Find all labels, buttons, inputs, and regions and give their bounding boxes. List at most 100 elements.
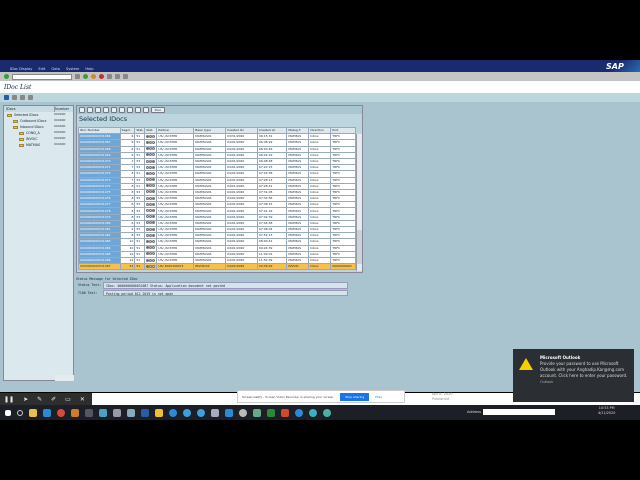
pause-icon[interactable]: ❚❚ bbox=[4, 396, 14, 403]
status-light-icon bbox=[144, 176, 158, 184]
address-toolbar: Address bbox=[467, 409, 555, 415]
status-light-icon bbox=[144, 201, 158, 209]
warning-icon bbox=[519, 358, 533, 370]
tree-number-column: 000000 000000 000000 000000 000000 000000 bbox=[54, 111, 73, 147]
start-icon[interactable] bbox=[5, 409, 11, 416]
highlighter-icon[interactable]: ✐ bbox=[51, 396, 56, 403]
status-light-icon bbox=[144, 232, 158, 240]
sap-logon-icon[interactable] bbox=[85, 408, 93, 417]
filter-icon[interactable] bbox=[28, 95, 33, 100]
cancel-icon[interactable] bbox=[99, 74, 104, 79]
close-icon[interactable]: ✕ bbox=[80, 396, 85, 403]
save-icon[interactable] bbox=[75, 74, 80, 79]
t100-text-label: T100 Text: bbox=[78, 290, 98, 295]
find-icon[interactable] bbox=[115, 74, 120, 79]
status-message-area: Status Message for Selected IDoc Status … bbox=[76, 276, 348, 297]
app-icon[interactable] bbox=[211, 408, 219, 417]
status-light-icon bbox=[144, 244, 158, 252]
chrome-icon[interactable] bbox=[57, 408, 65, 417]
folder-icon bbox=[7, 113, 12, 117]
edge-icon[interactable] bbox=[225, 408, 233, 417]
search-icon[interactable] bbox=[17, 409, 23, 416]
cursor-icon[interactable]: ➤ bbox=[23, 396, 28, 403]
screen-sharing-bar: Screencastify - Screen Video Recorder is… bbox=[237, 390, 405, 403]
sort-asc-icon[interactable] bbox=[103, 107, 109, 113]
notification-source: Outlook bbox=[540, 380, 554, 384]
status-text-label: Status Text: bbox=[78, 283, 102, 287]
display-icon[interactable] bbox=[4, 95, 9, 100]
app-icon[interactable] bbox=[169, 408, 177, 417]
skype-icon[interactable] bbox=[183, 408, 191, 417]
outlook-notification[interactable]: Microsoft Outlook Provide your password … bbox=[513, 349, 634, 402]
tree-node-label: Outbound IDocs bbox=[20, 119, 47, 123]
layout-icon[interactable] bbox=[135, 107, 141, 113]
command-field[interactable] bbox=[12, 73, 72, 80]
app-icon[interactable] bbox=[309, 408, 317, 417]
enter-icon[interactable] bbox=[4, 74, 9, 79]
table-cell: US/ 2000100071 bbox=[156, 263, 195, 271]
eraser-icon[interactable]: ▭ bbox=[65, 396, 71, 403]
help-icon[interactable] bbox=[123, 74, 128, 79]
app-icon[interactable] bbox=[323, 408, 331, 417]
status-light-icon bbox=[144, 188, 158, 197]
status-light-icon bbox=[144, 164, 158, 172]
tree-node-label: COND_A bbox=[26, 131, 40, 135]
excel-icon[interactable] bbox=[267, 408, 275, 417]
skype-icon[interactable] bbox=[197, 408, 205, 417]
app-icon[interactable] bbox=[253, 408, 261, 417]
print-icon[interactable] bbox=[107, 74, 112, 79]
file-explorer-icon[interactable] bbox=[29, 408, 37, 417]
app-icon[interactable] bbox=[295, 408, 303, 417]
folder-icon bbox=[13, 119, 18, 123]
folder-icon bbox=[19, 143, 24, 147]
folder-icon bbox=[19, 137, 24, 141]
tree-node-label: INVOIC bbox=[26, 137, 38, 141]
idoc-button[interactable]: IDoc bbox=[151, 107, 165, 113]
app-icon[interactable] bbox=[99, 408, 107, 417]
outlook-icon[interactable] bbox=[71, 408, 79, 417]
tree-icon[interactable] bbox=[20, 95, 25, 100]
print-icon[interactable] bbox=[87, 107, 93, 113]
status-light-icon bbox=[144, 151, 158, 159]
word-icon[interactable] bbox=[141, 408, 149, 417]
export-icon[interactable] bbox=[127, 107, 133, 113]
details-icon[interactable] bbox=[79, 107, 85, 113]
folder-icon bbox=[13, 125, 18, 129]
tree-scrollbar[interactable] bbox=[55, 375, 74, 381]
hide-button[interactable]: Hide bbox=[375, 395, 382, 399]
status-light-icon bbox=[144, 207, 158, 215]
back-icon[interactable] bbox=[83, 74, 88, 79]
status-light-icon bbox=[144, 213, 158, 221]
status-light-icon bbox=[144, 256, 158, 265]
status-light-icon bbox=[144, 145, 158, 153]
clock[interactable]: 10:53 PM 4/11/2020 bbox=[598, 406, 615, 416]
table-row[interactable]: 0000000000031087 52 51 US/ 2000100071 INVOIC… bbox=[78, 263, 356, 271]
app-icon[interactable] bbox=[127, 408, 135, 417]
column-header[interactable]: Stat. bbox=[134, 126, 146, 135]
graph-icon[interactable] bbox=[143, 107, 149, 113]
status-light-icon bbox=[144, 157, 158, 166]
sticky-notes-icon[interactable] bbox=[155, 408, 163, 417]
table-cell: INVOIC02 bbox=[193, 263, 227, 271]
refresh-icon[interactable] bbox=[12, 95, 17, 100]
published-info: Apr 8, 2020 Published bbox=[432, 392, 453, 402]
address-input[interactable] bbox=[482, 409, 555, 415]
scrollbar-thumb[interactable] bbox=[357, 230, 362, 264]
exit-icon[interactable] bbox=[91, 74, 96, 79]
ie-icon[interactable] bbox=[43, 408, 51, 417]
tree-node-label: Inbound IDocs bbox=[20, 125, 44, 129]
folder-icon bbox=[19, 131, 24, 135]
address-label: Address bbox=[467, 410, 481, 414]
sort-desc-icon[interactable] bbox=[111, 107, 117, 113]
powerpoint-icon[interactable] bbox=[281, 408, 289, 417]
pen-icon[interactable]: ✎ bbox=[37, 396, 42, 403]
app-icon[interactable] bbox=[113, 408, 121, 417]
status-light-icon bbox=[144, 225, 158, 234]
app-icon[interactable] bbox=[239, 408, 247, 417]
stop-sharing-button[interactable]: Stop sharing bbox=[340, 392, 370, 401]
table-cell: 20:39:29 bbox=[256, 263, 288, 271]
t100-text-value: Posting period 012 2019 is not open bbox=[103, 289, 348, 296]
sum-icon[interactable] bbox=[119, 107, 125, 113]
status-light-icon bbox=[144, 195, 158, 203]
filter-icon[interactable] bbox=[95, 107, 101, 113]
